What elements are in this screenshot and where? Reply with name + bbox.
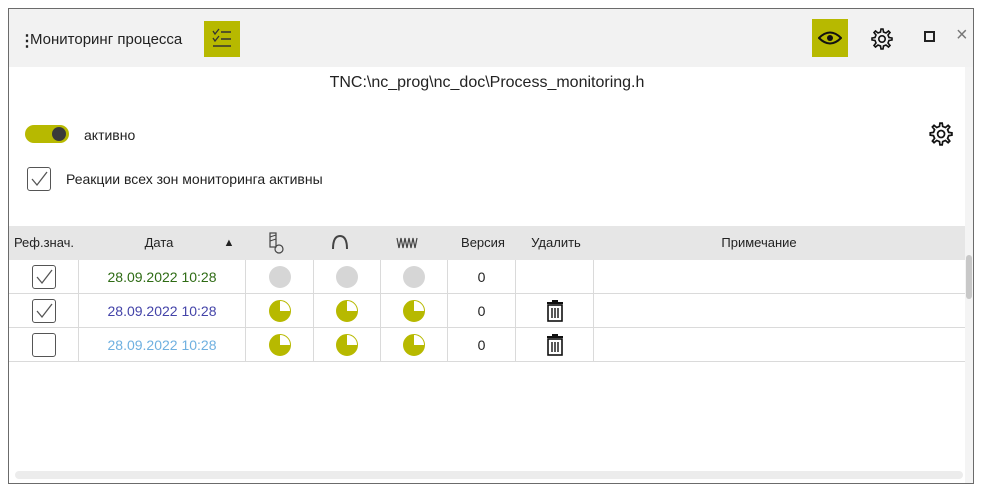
row-date: 28.09.2022 10:28 — [79, 260, 246, 293]
checklist-icon — [212, 28, 231, 47]
column-delete[interactable]: Удалить — [521, 226, 591, 260]
checklist-button[interactable] — [204, 21, 240, 57]
window-title: Мониторинг процесса — [30, 31, 183, 48]
status-indicator — [403, 265, 425, 288]
title-bar: ⋮ Мониторинг процесса × — [9, 9, 973, 67]
trash-icon[interactable] — [546, 333, 564, 356]
row-version: 0 — [448, 328, 516, 361]
view-button[interactable] — [812, 19, 848, 57]
status-indicator — [336, 265, 358, 288]
row-note[interactable] — [594, 328, 969, 361]
column-version[interactable]: Версия — [453, 226, 513, 260]
table-row[interactable]: 28.09.2022 10:28 0 — [9, 328, 969, 362]
spindle-icon[interactable] — [325, 226, 355, 260]
vibration-icon[interactable] — [392, 226, 422, 260]
status-indicator — [336, 299, 358, 322]
check-icon — [36, 303, 53, 318]
row-note[interactable] — [594, 260, 969, 293]
check-icon — [36, 269, 53, 284]
row-version: 0 — [448, 260, 516, 293]
check-icon — [31, 171, 48, 187]
row-note[interactable] — [594, 294, 969, 327]
row-date: 28.09.2022 10:28 — [79, 294, 246, 327]
reference-checkbox[interactable] — [31, 298, 56, 323]
status-indicator — [268, 265, 291, 288]
reference-checkbox[interactable] — [31, 264, 56, 289]
status-indicator — [336, 333, 358, 356]
trash-icon[interactable] — [546, 299, 564, 322]
table-row[interactable]: 28.09.2022 10:28 0 — [9, 260, 969, 294]
close-button[interactable]: × — [956, 24, 968, 47]
column-ref[interactable]: Реф.знач. — [9, 226, 79, 260]
monitoring-content: активно Реакции всех зон мониторинга акт… — [9, 99, 973, 483]
window-settings-button[interactable] — [865, 23, 897, 55]
all-zones-checkbox[interactable] — [27, 167, 51, 191]
column-note[interactable]: Примечание — [699, 226, 819, 260]
eye-icon — [818, 31, 842, 45]
reference-table: Реф.знач. Дата ▲ Версия Удалить Примечан… — [9, 226, 969, 362]
vertical-scroll-thumb[interactable] — [966, 255, 972, 299]
row-date: 28.09.2022 10:28 — [79, 328, 246, 361]
status-indicator — [268, 299, 291, 322]
horizontal-scrollbar[interactable] — [15, 471, 963, 479]
gear-icon — [871, 28, 893, 50]
table-row[interactable]: 28.09.2022 10:28 0 — [9, 294, 969, 328]
table-header: Реф.знач. Дата ▲ Версия Удалить Примечан… — [9, 226, 969, 260]
status-indicator — [403, 299, 425, 322]
active-toggle[interactable] — [25, 125, 69, 143]
status-indicator — [403, 333, 425, 356]
process-monitoring-window: ⋮ Мониторинг процесса × TNC:\nc_prog\nc_… — [8, 8, 974, 484]
active-toggle-label: активно — [84, 127, 136, 143]
row-version: 0 — [448, 294, 516, 327]
column-date[interactable]: Дата — [119, 226, 199, 260]
tool-wear-icon[interactable] — [261, 226, 291, 260]
reference-checkbox[interactable] — [31, 332, 56, 357]
all-zones-label: Реакции всех зон мониторинга активны — [66, 171, 323, 187]
maximize-button[interactable] — [924, 31, 935, 42]
file-path: TNC:\nc_prog\nc_doc\Process_monitoring.h — [9, 67, 965, 100]
sort-asc-icon[interactable]: ▲ — [214, 226, 244, 260]
settings-gear-icon[interactable] — [927, 121, 953, 147]
status-indicator — [268, 333, 291, 356]
